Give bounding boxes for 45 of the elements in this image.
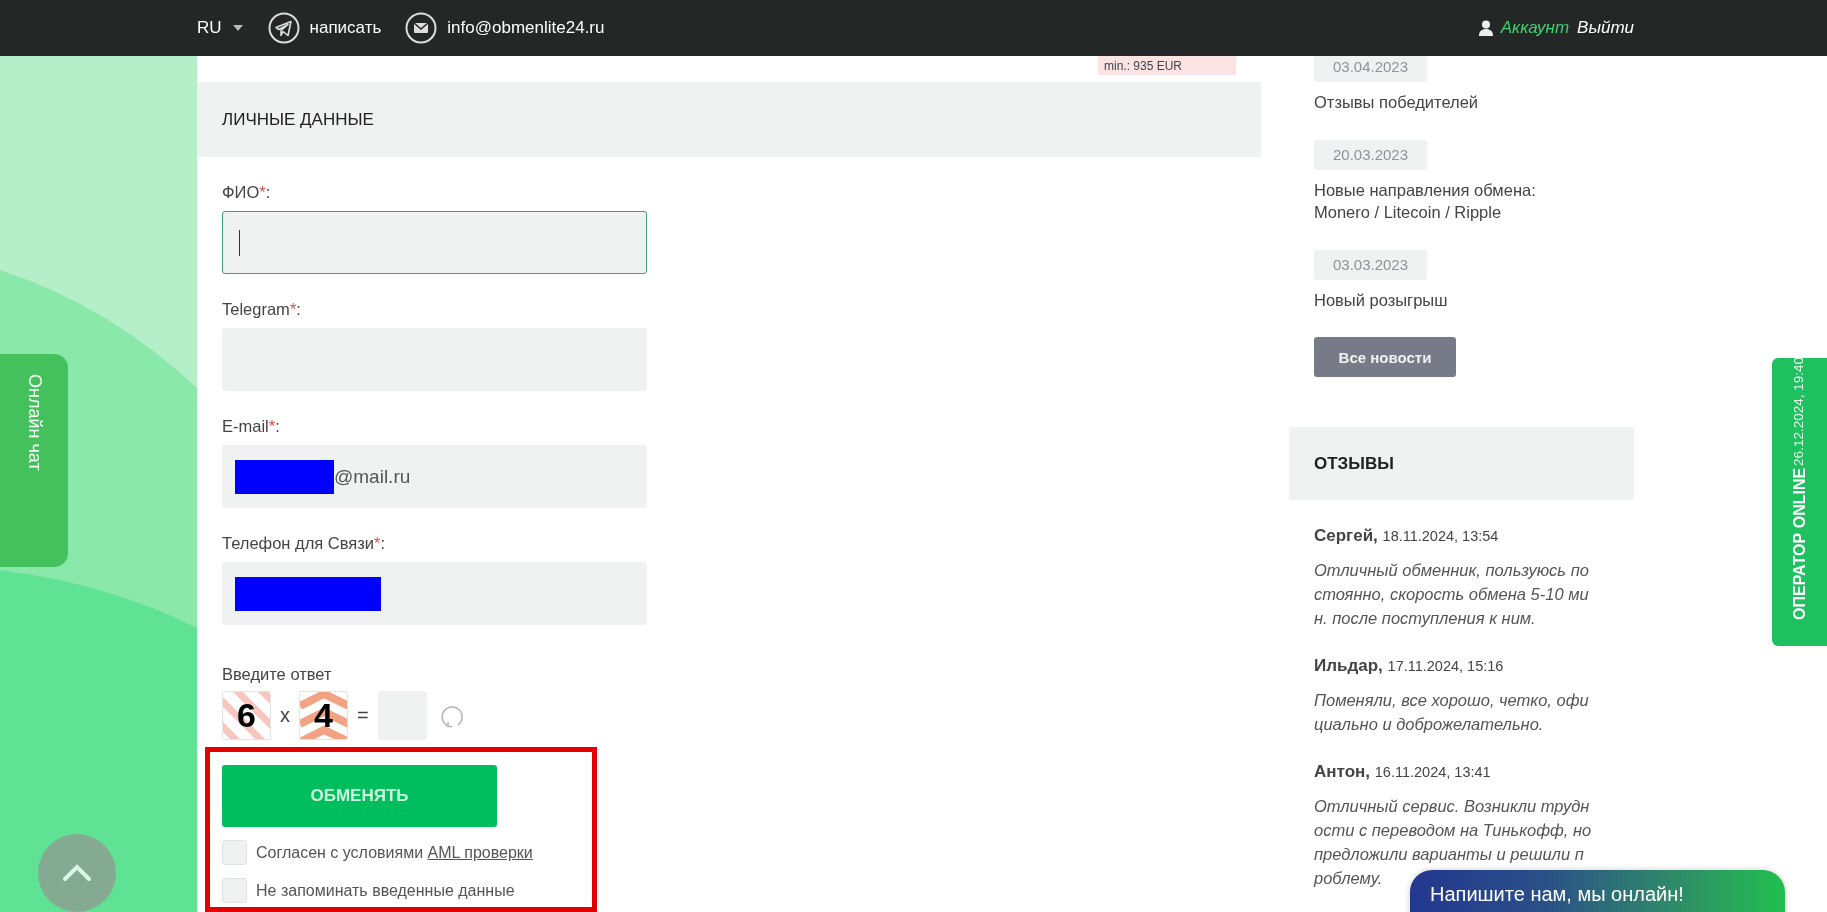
operator-sign: x: [280, 704, 290, 727]
news-title[interactable]: Новые направления обмена: Monero / Litecoin / Ripple: [1314, 179, 1574, 223]
news-date: 03.03.2023: [1314, 250, 1427, 280]
review-text: Отличный обменник, пользуюсь по стоянно, скорость обмена 5-10 ми н. после поступления к ним.: [1314, 560, 1590, 629]
input-field[interactable]: @mail.ru: [222, 445, 647, 508]
contact-link[interactable]: написать: [309, 18, 382, 38]
captcha-image: 6: [222, 691, 271, 740]
news-title[interactable]: Отзывы победителей: [1314, 91, 1574, 113]
review-text: Поменяли, все хорошо, четко, офи циально и доброжелательно.: [1314, 690, 1590, 735]
captcha-label: Введите ответ: [222, 664, 333, 684]
caret-icon[interactable]: [231, 24, 244, 32]
agreement-text: Согласен с условиями AML проверки: [256, 843, 533, 862]
limit-badge: min.: 935 EUR: [1098, 56, 1236, 75]
input-field[interactable]: [222, 211, 647, 274]
agreement-text: Не запоминать введенные данные: [256, 881, 515, 900]
equals-sign: =: [357, 704, 369, 727]
field-label: Телефон для Связи*:: [222, 533, 387, 553]
account-link[interactable]: Аккаунт: [1500, 18, 1570, 38]
operator-status: ОПЕРАТОР ONLINE: [1790, 467, 1809, 620]
reviews-header: ОТЗЫВЫ: [1289, 427, 1634, 500]
language-selector[interactable]: RU: [197, 18, 222, 38]
review-author: Сергей, 18.11.2024, 13:54: [1314, 526, 1500, 546]
envelope-icon[interactable]: [405, 12, 438, 44]
field-label: E-mail*:: [222, 416, 281, 436]
checkbox[interactable]: [222, 840, 247, 865]
field-label: Telegram*:: [222, 299, 302, 319]
text-cursor: [239, 229, 240, 256]
all-news-button[interactable]: Все новости: [1314, 337, 1456, 377]
logout-link[interactable]: Выйти: [1577, 18, 1634, 38]
review-author: Ильдар, 17.11.2024, 15:16: [1314, 656, 1505, 676]
chat-widget[interactable]: Напишите нам, мы онлайн!: [1410, 870, 1785, 912]
contact-link[interactable]: info@obmenlite24.ru: [447, 18, 605, 38]
news-date: 03.04.2023: [1314, 56, 1427, 82]
field-label: ФИО*:: [222, 182, 272, 202]
user-icon: [1478, 20, 1493, 36]
captcha-image: 4: [299, 691, 348, 740]
paper-plane-icon[interactable]: [267, 12, 300, 44]
review-author: Антон, 16.11.2024, 13:41: [1314, 762, 1492, 782]
chevron-up-icon[interactable]: [62, 864, 92, 882]
news-date: 20.03.2023: [1314, 140, 1427, 170]
checkbox[interactable]: [222, 878, 247, 903]
news-title[interactable]: Новый розыгрыш: [1314, 289, 1574, 311]
aml-link[interactable]: AML проверки: [427, 843, 533, 861]
operator-time: 26.12.2024, 19:40: [1790, 357, 1806, 466]
section-title: ЛИЧНЫЕ ДАННЫЕ: [197, 82, 1261, 157]
